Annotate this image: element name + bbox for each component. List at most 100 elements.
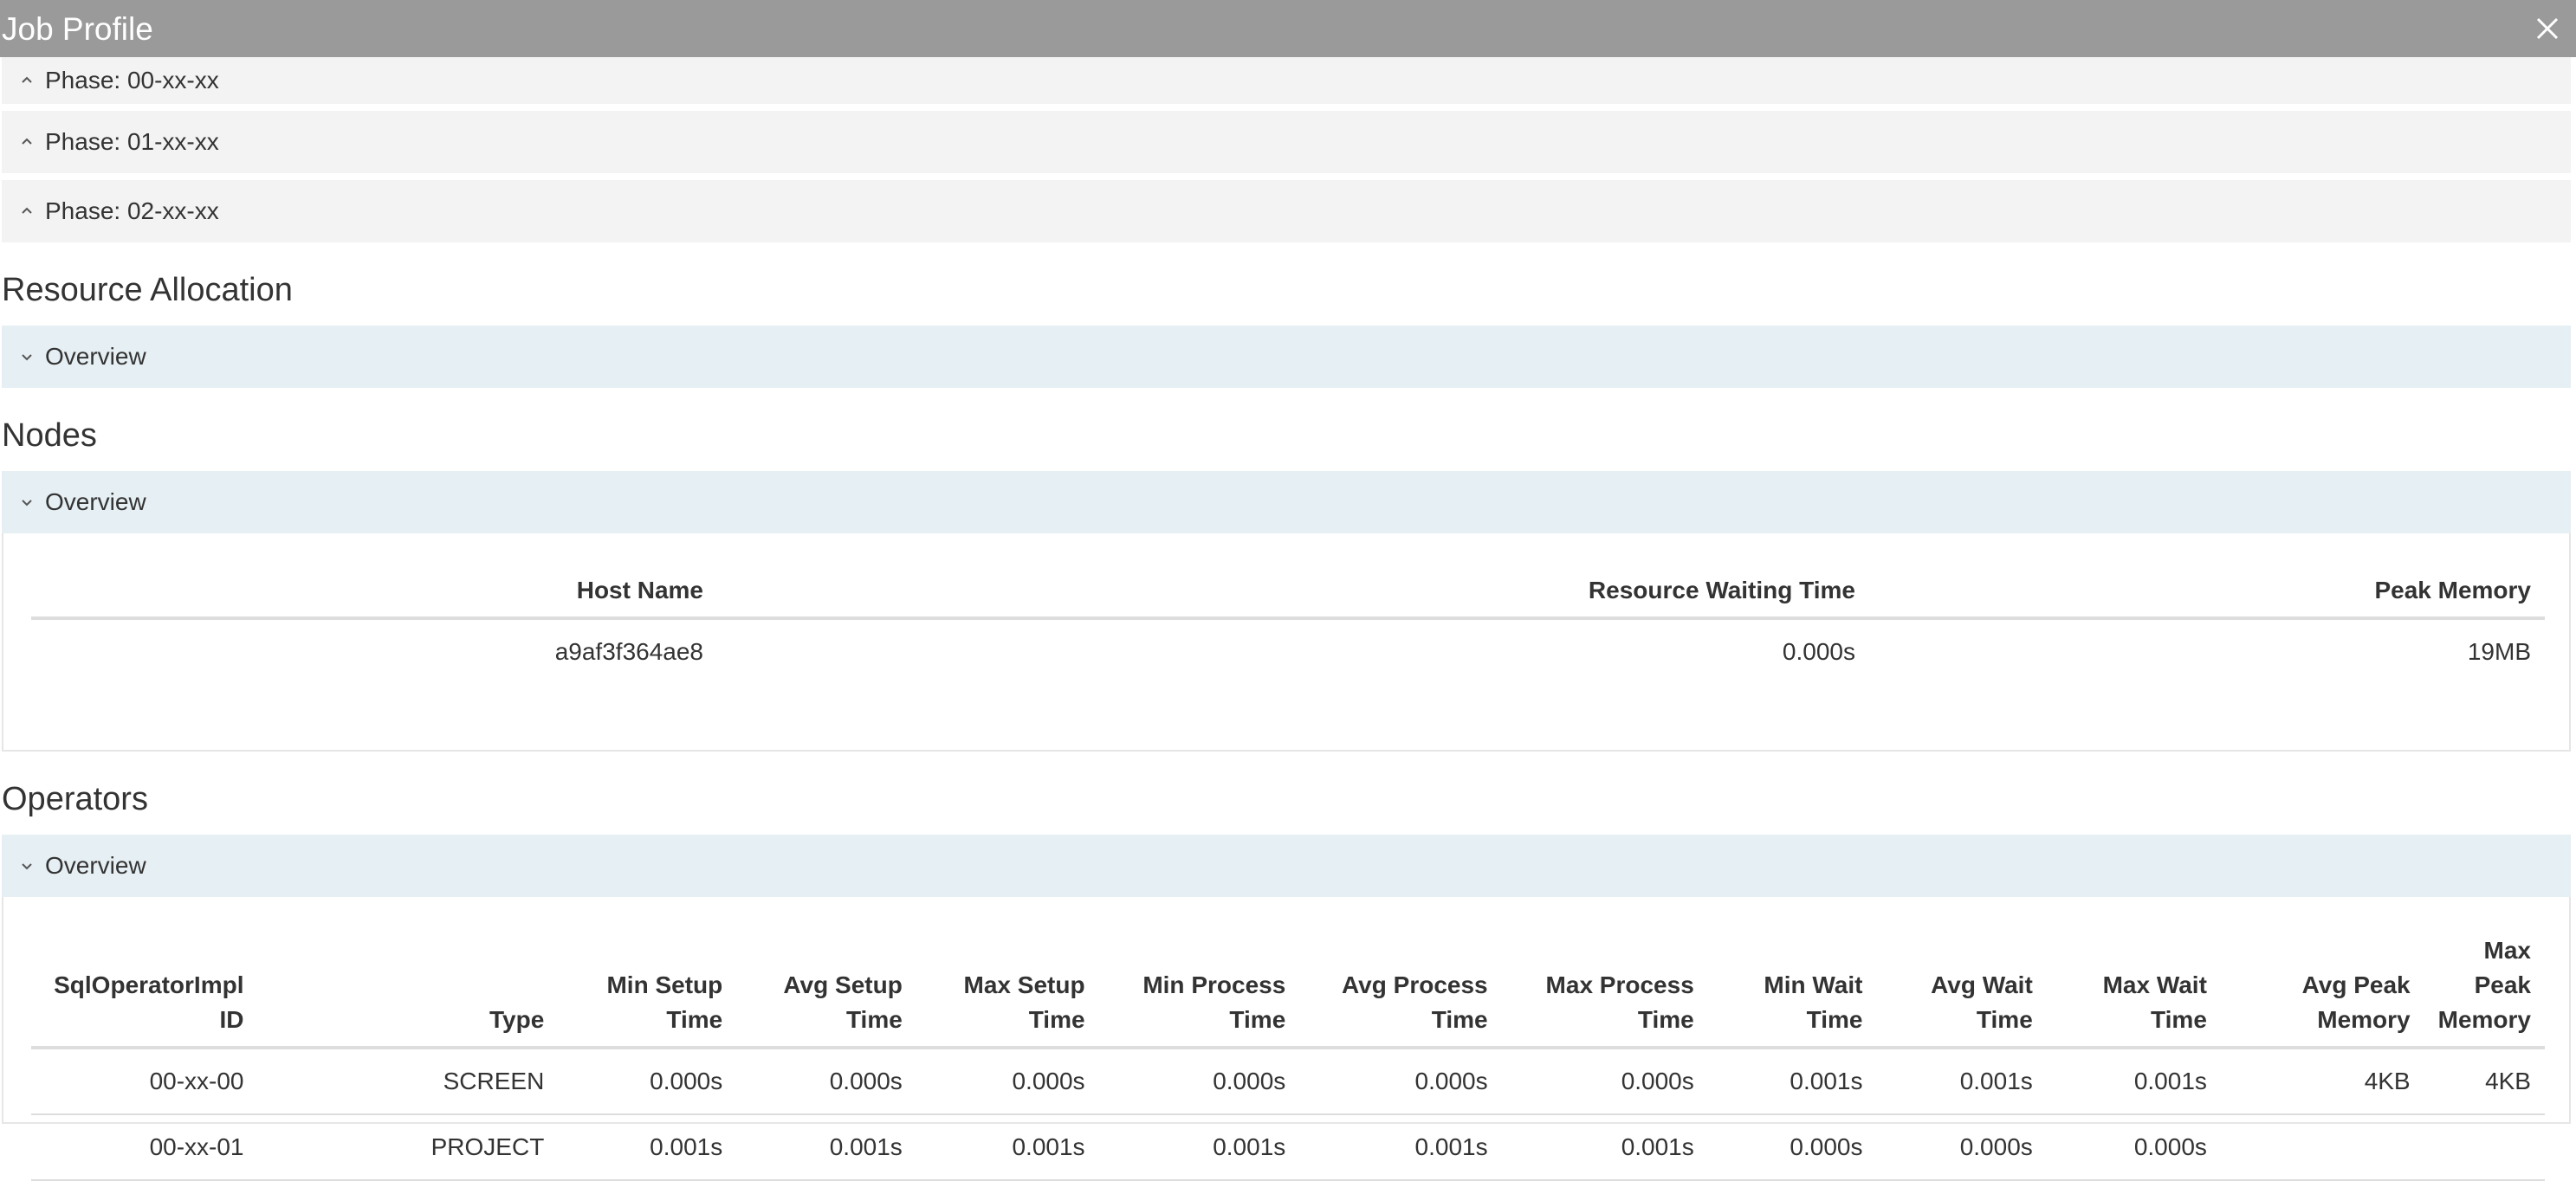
column-header-line: Time (1431, 1006, 1488, 1033)
column-header-line: Time (1229, 1006, 1286, 1033)
table-cell: 0.001s (916, 1114, 1099, 1181)
window-title: Job Profile (2, 10, 153, 47)
table-cell: 0.000s (1299, 1048, 1502, 1115)
column-header-line: Time (2151, 1006, 2207, 1033)
section-title-resource-allocation: Resource Allocation (2, 272, 293, 308)
panel-label: Overview (45, 488, 146, 515)
column-header-line: Min Wait (1764, 971, 1863, 998)
table-cell (2220, 1114, 2424, 1181)
cell-peak-memory: 19MB (2467, 638, 2531, 665)
col-max-peak-memory[interactable]: Max Peak Memory (2424, 933, 2545, 1049)
chevron-up-icon (22, 207, 32, 214)
column-header-line: Max Process (1545, 971, 1694, 998)
col-sqloperatorimpl-id[interactable]: SqlOperatorImpl ID (31, 933, 258, 1049)
col-host-name[interactable]: Host Name (31, 573, 717, 620)
table-cell: 0.001s (736, 1114, 916, 1181)
phase-label: Phase: 01-xx-xx (45, 128, 219, 155)
operators-table: SqlOperatorImpl ID Type Min Setup Time Avg S… (31, 933, 2545, 1181)
table-cell: 4KB (2220, 1048, 2424, 1115)
phase-header-00[interactable]: Phase: 00-xx-xx (2, 57, 2571, 104)
table-cell: 00-xx-00 (31, 1048, 258, 1115)
column-header-line: Min Setup (606, 971, 723, 998)
column-header-line: Time (1806, 1006, 1863, 1033)
phase-label: Phase: 00-xx-xx (45, 67, 219, 94)
column-header-line: Avg Process (1342, 971, 1488, 998)
table-cell: 00-xx-01 (31, 1114, 258, 1181)
cell-host-name: a9af3f364ae8 (554, 638, 703, 665)
col-min-process-time[interactable]: Min Process Time (1098, 933, 1300, 1049)
phase-label: Phase: 02-xx-xx (45, 197, 219, 224)
close-icon[interactable] (2534, 16, 2560, 42)
table-cell: 0.000s (736, 1048, 916, 1115)
column-header-line: Avg Setup (783, 971, 903, 998)
cell-resource-waiting-time: 0.000s (1782, 638, 1855, 665)
column-header-line: Time (666, 1006, 723, 1033)
nodes-table-header-row: Host Name Resource Waiting Time Peak Mem… (31, 573, 2545, 620)
section-title-nodes: Nodes (2, 417, 97, 454)
phase-header-01[interactable]: Phase: 01-xx-xx (2, 111, 2571, 173)
col-avg-setup-time[interactable]: Avg Setup Time (736, 933, 916, 1049)
panel-label: Overview (45, 343, 146, 370)
table-cell: 0.000s (558, 1048, 737, 1115)
col-avg-peak-memory[interactable]: Avg Peak Memory (2220, 933, 2424, 1049)
column-header-line: Type (489, 1006, 545, 1033)
column-header-line: Time (1028, 1006, 1085, 1033)
operators-panel-body: SqlOperatorImpl ID Type Min Setup Time Avg S… (2, 897, 2571, 1181)
table-row: a9af3f364ae8 0.000s 19MB (31, 618, 2545, 684)
table-cell: 0.000s (1098, 1048, 1300, 1115)
col-peak-memory[interactable]: Peak Memory (1869, 573, 2545, 620)
table-cell: 0.001s (1501, 1114, 1708, 1181)
col-avg-wait-time[interactable]: Avg Wait Time (1876, 933, 2047, 1049)
table-cell: 0.001s (1876, 1048, 2047, 1115)
operators-overview-header[interactable]: Overview (2, 835, 2571, 897)
section-title-operators: Operators (2, 781, 148, 817)
column-header-line (272, 968, 545, 1003)
table-row: 00-xx-00 SCREEN 0.000s 0.000s 0.000s 0.000s 0.… (31, 1048, 2545, 1115)
column-header-line: Avg Peak (2301, 971, 2411, 998)
table-cell: 0.000s (916, 1048, 1099, 1115)
table-cell: 0.001s (1299, 1114, 1502, 1181)
nodes-overview-header[interactable]: Overview (2, 471, 2571, 533)
title-bar: Job Profile (0, 0, 2576, 57)
table-row: 00-xx-01 PROJECT 0.001s 0.001s 0.001s 0.001s 0… (31, 1114, 2545, 1181)
column-header-line: Max Peak (2474, 937, 2531, 998)
column-header-line: Time (1637, 1006, 1694, 1033)
col-max-setup-time[interactable]: Max Setup Time (916, 933, 1099, 1049)
column-header-line: Max Wait (2102, 971, 2207, 998)
col-resource-waiting-time[interactable]: Resource Waiting Time (717, 573, 1869, 620)
col-min-setup-time[interactable]: Min Setup Time (558, 933, 737, 1049)
col-type[interactable]: Type (257, 933, 559, 1049)
column-header-line: Max Setup (963, 971, 1085, 998)
chevron-up-icon (22, 138, 32, 145)
table-cell (2424, 1114, 2545, 1181)
table-cell: SCREEN (257, 1048, 559, 1115)
col-avg-process-time[interactable]: Avg Process Time (1299, 933, 1502, 1049)
column-header-line: Time (1976, 1006, 2033, 1033)
col-max-wait-time[interactable]: Max Wait Time (2046, 933, 2221, 1049)
column-header-line: Time (845, 1006, 903, 1033)
column-header-line: ID (219, 1006, 244, 1033)
table-cell: 0.000s (2046, 1114, 2221, 1181)
table-cell: 0.001s (1098, 1114, 1300, 1181)
table-cell: 0.001s (558, 1114, 737, 1181)
column-header-line: Min Process (1142, 971, 1286, 998)
column-header-line: Avg Wait (1931, 971, 2033, 998)
column-header-line: Memory (2317, 1006, 2411, 1033)
chevron-up-icon (22, 76, 32, 83)
nodes-table: Host Name Resource Waiting Time Peak Mem… (31, 573, 2545, 684)
phase-header-02[interactable]: Phase: 02-xx-xx (2, 180, 2571, 242)
column-header-line: Memory (2437, 1006, 2531, 1033)
table-cell: 0.000s (1876, 1114, 2047, 1181)
resource-allocation-overview-header[interactable]: Overview (2, 326, 2571, 388)
chevron-down-icon (22, 500, 32, 507)
table-cell: 4KB (2424, 1048, 2545, 1115)
chevron-down-icon (22, 863, 32, 870)
table-cell: 0.001s (1707, 1048, 1877, 1115)
col-max-process-time[interactable]: Max Process Time (1501, 933, 1708, 1049)
operators-table-header-row: SqlOperatorImpl ID Type Min Setup Time Avg S… (31, 933, 2545, 1049)
col-min-wait-time[interactable]: Min Wait Time (1707, 933, 1877, 1049)
table-cell: PROJECT (257, 1114, 559, 1181)
nodes-panel-body: Host Name Resource Waiting Time Peak Mem… (2, 533, 2571, 752)
table-cell: 0.001s (2046, 1048, 2221, 1115)
column-header-line: SqlOperatorImpl (54, 971, 244, 998)
